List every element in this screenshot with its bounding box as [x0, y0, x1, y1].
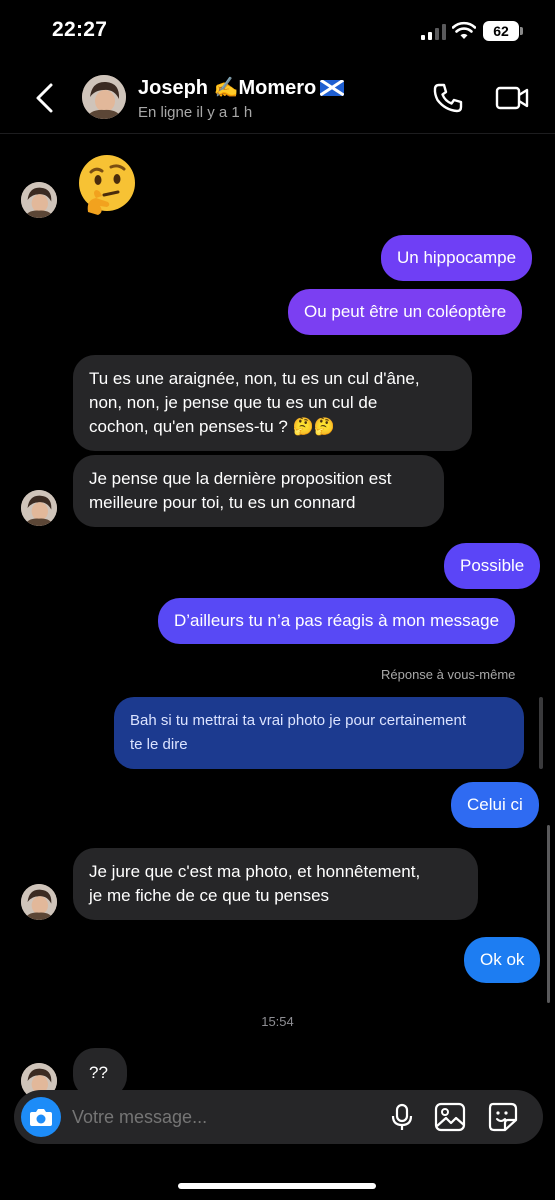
- back-arrow-icon[interactable]: [28, 80, 64, 116]
- cellular-signal-icon: [421, 24, 446, 40]
- battery-cap: [520, 27, 523, 35]
- sender-avatar: [21, 490, 57, 526]
- message-text: Celui ci: [467, 795, 523, 814]
- sender-avatar: [21, 884, 57, 920]
- sent-message-bubble[interactable]: Celui ci: [451, 782, 539, 828]
- reply-indicator-bar: [539, 697, 543, 769]
- phone-call-icon[interactable]: [430, 80, 466, 116]
- message-text-line: Je pense que la dernière proposition est: [89, 469, 392, 488]
- message-text-line: non, non, je pense que tu es un cul de: [89, 393, 378, 412]
- contact-avatar[interactable]: [82, 75, 126, 119]
- message-text: D’ailleurs tu n’a pas réagis à mon messa…: [174, 611, 500, 630]
- scotland-flag-icon: [320, 79, 345, 96]
- gallery-image-icon[interactable]: [434, 1102, 466, 1132]
- scrollbar[interactable]: [547, 825, 550, 1003]
- home-indicator[interactable]: [178, 1183, 376, 1189]
- quoted-text-line: Bah si tu mettrai ta vrai photo je pour …: [130, 712, 467, 729]
- quoted-message[interactable]: Bah si tu mettrai ta vrai photo je pour …: [114, 697, 524, 769]
- quoted-text-line: te le dire: [130, 736, 188, 753]
- received-message-bubble[interactable]: Tu es une araignée, non, tu es un cul d'…: [73, 355, 472, 451]
- received-message-bubble[interactable]: Je jure que c'est ma photo, et honnêteme…: [73, 848, 478, 920]
- received-emoji-message[interactable]: [74, 152, 140, 218]
- sent-message-bubble[interactable]: D’ailleurs tu n’a pas réagis à mon messa…: [158, 598, 516, 644]
- message-text-line: je me fiche de ce que tu penses: [89, 886, 330, 905]
- message-composer: [14, 1090, 543, 1144]
- message-text-line: Tu es une araignée, non, tu es un cul d'…: [89, 369, 420, 388]
- message-text-line: meilleure pour toi, tu es un connard: [89, 493, 356, 512]
- sent-message-bubble[interactable]: Ok ok: [464, 937, 541, 983]
- status-bar: 22:27 62: [0, 0, 555, 62]
- message-input[interactable]: [72, 1090, 372, 1144]
- microphone-icon[interactable]: [388, 1103, 416, 1131]
- battery-icon: 62: [483, 21, 519, 41]
- video-call-icon[interactable]: [494, 80, 530, 116]
- received-message-bubble[interactable]: Je pense que la dernière proposition est…: [73, 455, 444, 527]
- message-text-line: cochon, qu'en penses-tu ? 🤔🤔: [89, 417, 335, 436]
- contact-name-text: Joseph ✍️Momero: [138, 77, 317, 99]
- status-time: 22:27: [52, 18, 108, 41]
- contact-name[interactable]: Joseph ✍️Momero: [138, 75, 345, 100]
- chat-header: Joseph ✍️Momero En ligne il y a 1 h: [0, 62, 555, 134]
- sent-message-bubble[interactable]: Un hippocampe: [381, 235, 533, 281]
- message-text: Ou peut être un coléoptère: [304, 302, 507, 321]
- reply-label: Réponse à vous-même: [381, 667, 516, 682]
- sender-avatar: [21, 182, 57, 218]
- avatar-photo: [82, 75, 126, 119]
- wifi-icon: [452, 21, 476, 39]
- message-timestamp: 15:54: [261, 1014, 294, 1029]
- sent-message-bubble[interactable]: Possible: [444, 543, 541, 589]
- message-text: Un hippocampe: [397, 248, 517, 267]
- contact-status: En ligne il y a 1 h: [138, 104, 253, 121]
- message-text: ??: [89, 1063, 108, 1082]
- sent-message-bubble[interactable]: Ou peut être un coléoptère: [288, 289, 523, 335]
- message-text: Ok ok: [480, 950, 525, 969]
- camera-button[interactable]: [21, 1097, 61, 1137]
- message-text: Possible: [460, 556, 525, 575]
- camera-icon: [30, 1109, 52, 1126]
- message-text-line: Je jure que c'est ma photo, et honnêteme…: [89, 862, 421, 881]
- thinking-face-emoji-icon: [79, 155, 135, 215]
- sticker-icon[interactable]: [487, 1102, 519, 1132]
